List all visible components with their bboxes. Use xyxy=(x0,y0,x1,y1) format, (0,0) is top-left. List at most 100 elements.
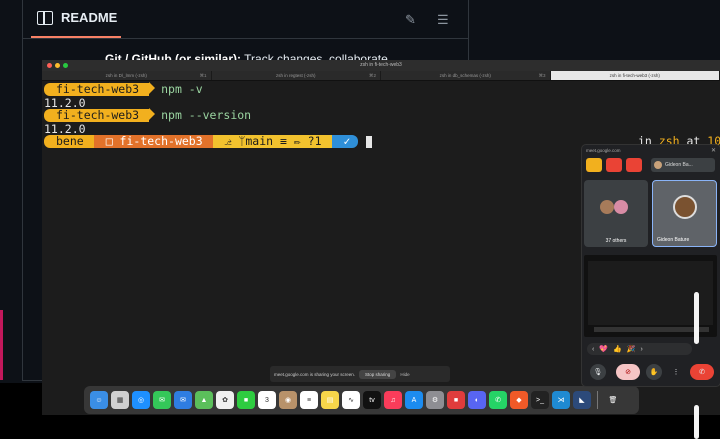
wallet-icon[interactable]: ◣ xyxy=(573,391,591,409)
tab-label: zsh in regtest (-zsh) xyxy=(275,73,316,78)
vscode-icon[interactable]: ⋊ xyxy=(552,391,570,409)
prompt-arrow xyxy=(149,108,156,120)
avatar xyxy=(654,161,662,169)
share-status-text: meet.google.com is sharing your screen. xyxy=(274,371,356,377)
heart-reaction-icon[interactable]: 💖 xyxy=(599,345,608,353)
terminal-tab[interactable]: zsh in regtest (-zsh) ⌘2 xyxy=(212,71,381,80)
prompt-dir: fi-tech-web3 xyxy=(44,109,150,122)
camera-off-icon[interactable]: ⊘ xyxy=(616,364,640,380)
tab-label: zsh in fi-tech-web3 (-zsh) xyxy=(609,73,660,78)
discord-icon[interactable]: ◐ xyxy=(468,391,486,409)
window-controls xyxy=(47,63,68,68)
avatar xyxy=(614,200,628,214)
tab-label: zsh in D\_lmm (-zsh) xyxy=(105,73,147,78)
dock: ☺ ▦ ◎ ✉ ✉ ▲ ✿ ■ 3 ◉ ≡ ▤ ∿ tv ♫ A ⚙ ■ ◐ ✆ ◆ >_ ⋊ ◣ 🗑 xyxy=(84,386,639,414)
end-call-icon[interactable]: ✆ xyxy=(690,364,714,380)
git-status-segment: ⎇ ᛘmain ≡ ✏ ?1 xyxy=(212,135,332,148)
raise-hand-icon[interactable]: ✋ xyxy=(646,364,662,380)
meet-url: meet.google.com xyxy=(586,148,621,153)
appletv-icon[interactable]: tv xyxy=(363,391,381,409)
stop-sharing-button[interactable]: Stop sharing xyxy=(359,369,397,379)
speaker-name: Gideon Bature xyxy=(657,237,690,243)
next-reaction-icon[interactable]: › xyxy=(641,346,643,353)
maximize-icon[interactable] xyxy=(63,63,68,68)
terminal-icon[interactable]: >_ xyxy=(531,391,549,409)
screen-share-bar: meet.google.com is sharing your screen. … xyxy=(270,366,450,382)
avatar xyxy=(600,200,614,214)
p10k-prompt[interactable]: bene □ fi-tech-web3 ⎇ ᛘmain ≡ ✏ ?1 ✓ xyxy=(44,134,373,148)
pencil-icon[interactable]: ✎ xyxy=(405,12,416,28)
terminal-tab[interactable]: zsh in db_schemas (-zsh) ⌘3 xyxy=(381,71,551,80)
others-count: 37 others xyxy=(605,238,627,244)
record-icon[interactable] xyxy=(606,158,622,172)
tab-label: zsh in db_schemas (-zsh) xyxy=(439,73,491,78)
user-name: Gideon Ba... xyxy=(665,162,693,168)
close-icon[interactable] xyxy=(47,63,52,68)
freeform-icon[interactable]: ∿ xyxy=(342,391,360,409)
scrollbar[interactable] xyxy=(694,292,699,344)
prompt-user: bene xyxy=(44,135,94,148)
minimize-icon[interactable] xyxy=(55,63,60,68)
terminal-titlebar[interactable]: zsh in fi-tech-web3 xyxy=(42,60,720,71)
photos-icon[interactable]: ✿ xyxy=(216,391,234,409)
tab-shortcut: ⌘3 xyxy=(538,73,546,78)
launchpad-icon[interactable]: ▦ xyxy=(111,391,129,409)
readme-header[interactable]: README xyxy=(37,10,117,25)
list-icon[interactable]: ☰ xyxy=(437,12,449,28)
music-icon[interactable]: ♫ xyxy=(384,391,402,409)
brave-icon[interactable]: ◆ xyxy=(510,391,528,409)
finder-icon[interactable]: ☺ xyxy=(90,391,108,409)
reminders-icon[interactable]: ≡ xyxy=(300,391,318,409)
hide-button[interactable]: Hide xyxy=(400,372,409,377)
terminal-tab[interactable]: zsh in D\_lmm (-zsh) ⌘1 xyxy=(42,71,212,80)
maps-icon[interactable]: ▲ xyxy=(195,391,213,409)
meet-window[interactable]: meet.google.com ✕ Gideon Ba... 37 others… xyxy=(581,144,720,387)
terminal-tabs: zsh in D\_lmm (-zsh) ⌘1 zsh in regtest (-… xyxy=(42,71,720,81)
prev-reaction-icon[interactable]: ‹ xyxy=(592,346,594,353)
broadcast-icon[interactable] xyxy=(626,158,642,172)
scrollbar[interactable] xyxy=(694,405,699,439)
prompt-dir: fi-tech-web3 xyxy=(44,83,150,96)
reactions-bar: ‹ 💖 👍 🎉 › xyxy=(587,343,692,355)
status-ok-segment: ✓ xyxy=(331,135,359,148)
notes-icon[interactable]: ▤ xyxy=(321,391,339,409)
safari-icon[interactable]: ◎ xyxy=(132,391,150,409)
speaker-tile[interactable]: Gideon Bature xyxy=(652,180,717,247)
trash-icon[interactable]: 🗑 xyxy=(604,391,622,409)
contacts-icon[interactable]: ◉ xyxy=(279,391,297,409)
prompt-arrow xyxy=(149,82,156,94)
thumbs-up-reaction-icon[interactable]: 👍 xyxy=(613,345,622,353)
command-text: npm --version xyxy=(161,108,252,122)
todo-icon[interactable]: ■ xyxy=(447,391,465,409)
user-pill[interactable]: Gideon Ba... xyxy=(651,158,715,172)
close-icon[interactable]: ✕ xyxy=(711,147,716,154)
tab-shortcut: ⌘2 xyxy=(368,73,376,78)
terminal-cursor xyxy=(366,135,373,148)
settings-icon[interactable]: ⚙ xyxy=(426,391,444,409)
participants-tile[interactable]: 37 others xyxy=(584,180,648,247)
divider xyxy=(23,38,468,39)
divider xyxy=(468,0,469,60)
messages-icon[interactable]: ✉ xyxy=(153,391,171,409)
prompt-line: fi-tech-web3 npm -v xyxy=(44,82,203,96)
mail-icon[interactable]: ✉ xyxy=(174,391,192,409)
party-reaction-icon[interactable]: 🎉 xyxy=(627,345,636,353)
preview-dock xyxy=(594,327,709,332)
command-text: npm -v xyxy=(161,82,203,96)
more-icon[interactable]: ⋮ xyxy=(672,364,680,380)
calendar-icon[interactable]: 3 xyxy=(258,391,276,409)
terminal-tab-active[interactable]: zsh in fi-tech-web3 (-zsh) xyxy=(550,71,720,80)
prompt-dir-segment: □ fi-tech-web3 xyxy=(93,135,213,148)
door-icon[interactable] xyxy=(586,158,602,172)
window-title: zsh in fi-tech-web3 xyxy=(360,62,402,68)
book-icon xyxy=(37,10,53,25)
appstore-icon[interactable]: A xyxy=(405,391,423,409)
tab-shortcut: ⌘1 xyxy=(199,73,207,78)
accent-strip xyxy=(0,310,3,380)
avatar xyxy=(673,195,697,219)
dock-separator xyxy=(597,391,598,409)
whatsapp-icon[interactable]: ✆ xyxy=(489,391,507,409)
mic-icon[interactable]: 🎙 xyxy=(590,364,606,380)
prompt-line: fi-tech-web3 npm --version xyxy=(44,108,251,122)
facetime-icon[interactable]: ■ xyxy=(237,391,255,409)
